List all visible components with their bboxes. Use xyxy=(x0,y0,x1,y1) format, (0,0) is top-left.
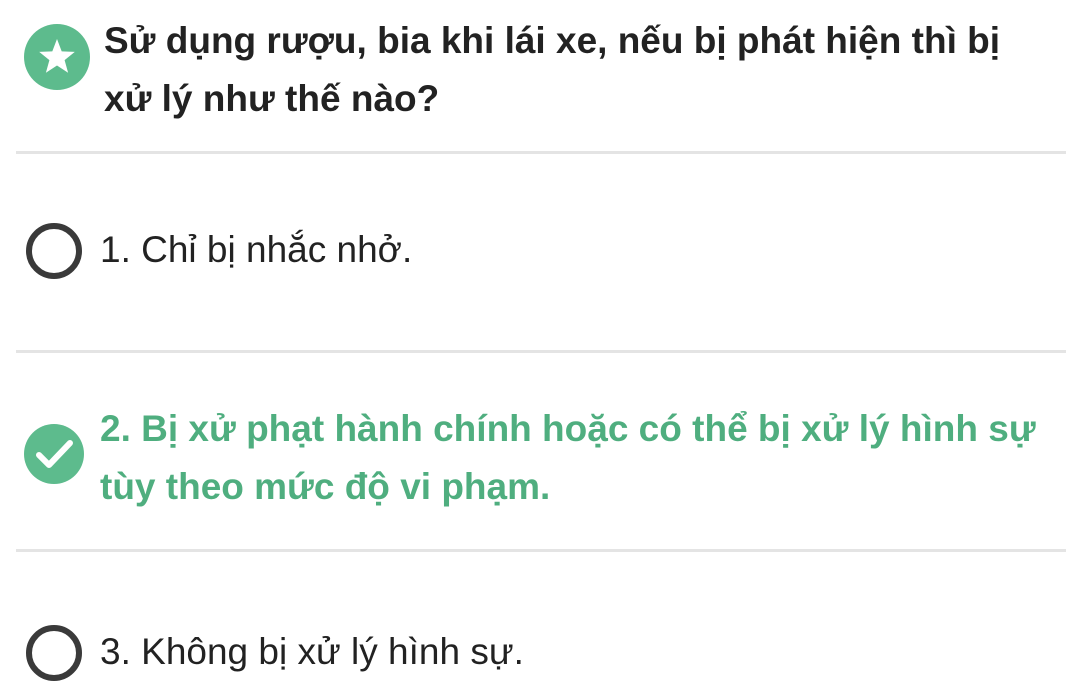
answer-label: 3. Không bị xử lý hình sự. xyxy=(100,631,524,672)
star-icon xyxy=(24,24,90,90)
answer-label: 2. Bị xử phạt hành chính hoặc có thể bị … xyxy=(100,408,1036,507)
radio-empty-icon[interactable] xyxy=(26,625,82,681)
answer-label: 1. Chỉ bị nhắc nhở. xyxy=(100,229,413,270)
question-header: Sử dụng rượu, bia khi lái xe, nếu bị phá… xyxy=(0,0,1079,152)
radio-empty-icon[interactable] xyxy=(26,223,82,279)
answer-option-1[interactable]: 1. Chỉ bị nhắc nhở. xyxy=(0,152,1079,350)
question-text: Sử dụng rượu, bia khi lái xe, nếu bị phá… xyxy=(104,20,1001,119)
answer-option-3[interactable]: 3. Không bị xử lý hình sự. xyxy=(0,552,1079,699)
answer-option-2[interactable]: 2. Bị xử phạt hành chính hoặc có thể bị … xyxy=(0,353,1079,549)
check-icon[interactable] xyxy=(24,424,84,484)
